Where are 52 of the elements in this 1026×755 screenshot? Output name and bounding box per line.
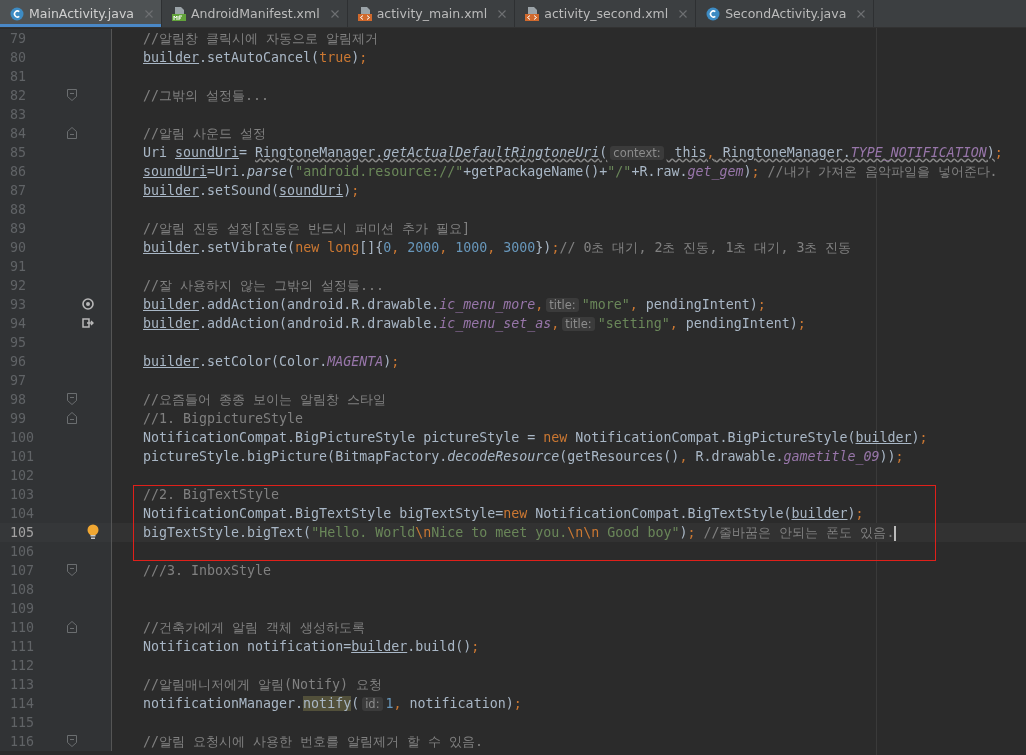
code-line: builder.addAction(android.R.drawable.ic_menu_more, title: "more", pendingIntent); — [143, 296, 766, 312]
code-line: //건축가에게 알림 객체 생성하도록 — [143, 620, 366, 635]
fold-marker-icon[interactable] — [67, 89, 77, 101]
code-line: //요즘들어 종종 보이는 알림창 스타일 — [143, 392, 387, 407]
code-line: //2. BigTextStyle — [143, 487, 280, 502]
code-line: NotificationCompat.BigPictureStyle pictureStyle = new NotificationCompat.BigPictureStyle(builder); — [143, 430, 928, 445]
class-file-icon — [706, 6, 721, 21]
code-line: builder.addAction(android.R.drawable.ic_menu_set_as, title: "setting", pendingIntent); — [143, 315, 806, 331]
line-number: 105 — [0, 523, 42, 542]
code-line: builder.setColor(Color.MAGENTA); — [143, 354, 400, 369]
file-tab[interactable]: activity_second.xml — [515, 0, 697, 27]
code-line: Uri soundUri= RingtoneManager.getActualDefaultRingtoneUri( context: this, RingtoneManager.TYPE_NOTIFICATION); — [143, 144, 1003, 160]
code-line: pictureStyle.bigPicture(BitmapFactory.decodeResource(getResources(), R.drawable.gametitle_09)); — [143, 449, 904, 464]
code-line: Notification notification=builder.build(); — [143, 639, 480, 654]
code-line: //알림 요청시에 사용한 번호를 알림제거 할 수 있음. — [143, 734, 484, 749]
fold-marker-icon[interactable] — [67, 127, 77, 139]
code-line: builder.setVibrate(new long[]{0, 2000, 1000, 3000});// 0초 대기, 2초 진동, 1초 대기, 3초 진동 — [143, 240, 852, 255]
file-tab[interactable]: AndroidManifest.xml — [161, 0, 348, 27]
close-icon[interactable] — [330, 9, 339, 18]
box-arrow-icon[interactable] — [82, 317, 94, 329]
file-tab[interactable]: MainActivity.java — [0, 0, 162, 27]
file-tab[interactable]: SecondActivity.java — [696, 0, 875, 27]
fold-marker-icon[interactable] — [67, 621, 77, 633]
code-line: //알림창 클릭시에 자동으로 알림제거 — [143, 31, 379, 46]
xml-file-icon — [525, 6, 540, 21]
class-file-icon — [10, 6, 24, 21]
close-icon[interactable] — [498, 9, 507, 18]
code-line: notificationManager.notify( id: 1, notification); — [143, 695, 522, 711]
code-line: bigTextStyle.bigText("Hello. World\nNice to meet you.\n\n Good boy"); //줄바꿈은 안되는 폰도 있음. — [143, 525, 897, 540]
code-line: //잘 사용하지 않는 그밖의 설정들... — [143, 278, 385, 293]
close-icon[interactable] — [679, 9, 688, 18]
file-tab[interactable]: activity_main.xml — [347, 0, 516, 27]
code-line: builder.setSound(soundUri); — [143, 183, 360, 198]
manifest-file-icon — [171, 6, 186, 21]
circle-dot-icon[interactable] — [82, 298, 94, 310]
code-line: soundUri=Uri.parse("android.resource://"+getPackageName()+"/"+R.raw.get_gem); //내가 가져온 음악파일을 넣어준다. — [143, 164, 998, 179]
code-line: //알림 사운드 설정 — [143, 126, 267, 141]
lightbulb-icon[interactable] — [87, 524, 99, 540]
code-line: builder.setAutoCancel(true); — [143, 50, 368, 65]
fold-marker-icon[interactable] — [67, 412, 77, 424]
close-icon[interactable] — [857, 9, 866, 18]
xml-file-icon — [357, 6, 372, 21]
code-line: NotificationCompat.BigTextStyle bigTextStyle=new NotificationCompat.BigTextStyle(builder); — [143, 506, 864, 521]
close-icon[interactable] — [144, 9, 153, 18]
code-line: //1. BigpictureStyle — [143, 411, 304, 426]
code-line: ///3. InboxStyle — [143, 563, 272, 578]
code-line: //알림매니저에게 알림(Notify) 요청 — [143, 677, 383, 692]
code-line: //알림 진동 설정[진동은 반드시 퍼미션 추가 필요] — [143, 221, 471, 236]
fold-marker-icon[interactable] — [67, 564, 77, 576]
code-line: //그밖의 설정들... — [143, 88, 270, 103]
fold-marker-icon[interactable] — [67, 735, 77, 747]
fold-marker-icon[interactable] — [67, 393, 77, 405]
